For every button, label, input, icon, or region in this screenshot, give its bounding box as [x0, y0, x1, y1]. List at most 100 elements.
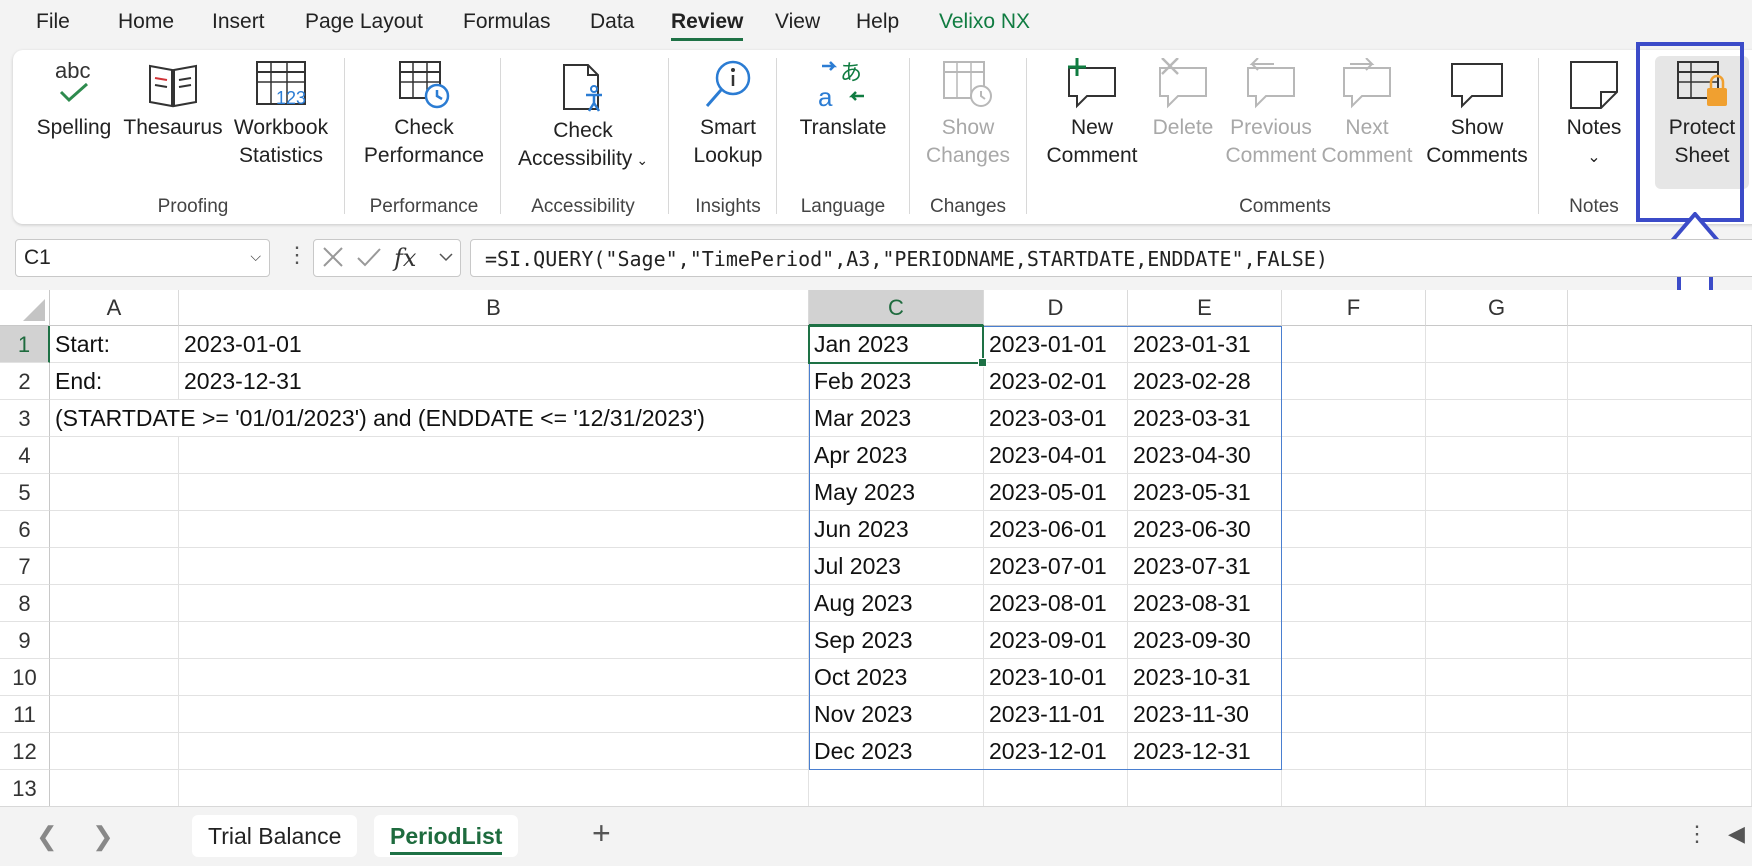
next-comment-button[interactable]: Next Comment: [1319, 58, 1415, 170]
workbook-statistics-button[interactable]: 123 Workbook Statistics: [231, 58, 331, 170]
cell-g2[interactable]: [1426, 363, 1568, 400]
translate-button[interactable]: あ a Translate: [788, 58, 898, 142]
add-sheet-button[interactable]: +: [592, 815, 611, 852]
cell-a11[interactable]: [50, 696, 179, 733]
delete-comment-button[interactable]: Delete: [1143, 58, 1223, 142]
cell-f12[interactable]: [1282, 733, 1426, 770]
cell-c6[interactable]: Jun 2023: [809, 511, 984, 548]
row-header[interactable]: 9: [0, 622, 50, 659]
cell-c7[interactable]: Jul 2023: [809, 548, 984, 585]
cell-a1[interactable]: Start:: [50, 326, 179, 363]
cell-d1[interactable]: 2023-01-01: [984, 326, 1128, 363]
smart-lookup-button[interactable]: Smart Lookup: [683, 58, 773, 170]
cell-h4[interactable]: [1568, 437, 1752, 474]
cell-e11[interactable]: 2023-11-30: [1128, 696, 1282, 733]
spelling-button[interactable]: abc Spelling: [36, 58, 112, 142]
sheet-tab-trial-balance[interactable]: Trial Balance: [192, 815, 358, 857]
row-header[interactable]: 8: [0, 585, 50, 622]
cell-g5[interactable]: [1426, 474, 1568, 511]
cell-h5[interactable]: [1568, 474, 1752, 511]
cell-b12[interactable]: [179, 733, 809, 770]
row-header[interactable]: 6: [0, 511, 50, 548]
cell-h10[interactable]: [1568, 659, 1752, 696]
more-options-icon[interactable]: ⋮: [286, 242, 308, 268]
row-header[interactable]: 3: [0, 400, 50, 437]
cell-h7[interactable]: [1568, 548, 1752, 585]
cell-f10[interactable]: [1282, 659, 1426, 696]
cell-f1[interactable]: [1282, 326, 1426, 363]
cell-g7[interactable]: [1426, 548, 1568, 585]
cell-e1[interactable]: 2023-01-31: [1128, 326, 1282, 363]
cell-c2[interactable]: Feb 2023: [809, 363, 984, 400]
cell-b6[interactable]: [179, 511, 809, 548]
row-header[interactable]: 13: [0, 770, 50, 806]
name-box[interactable]: C1 ⌵: [15, 239, 270, 277]
column-header-d[interactable]: D: [984, 290, 1128, 326]
protect-sheet-button[interactable]: Protect Sheet: [1655, 58, 1749, 170]
cell-c9[interactable]: Sep 2023: [809, 622, 984, 659]
cell-g12[interactable]: [1426, 733, 1568, 770]
cell-b10[interactable]: [179, 659, 809, 696]
column-header-g[interactable]: G: [1426, 290, 1568, 326]
cell-b13[interactable]: [179, 770, 809, 806]
cell-e9[interactable]: 2023-09-30: [1128, 622, 1282, 659]
menu-home[interactable]: Home: [118, 10, 174, 34]
scroll-left-icon[interactable]: ◀: [1728, 821, 1745, 847]
cell-f5[interactable]: [1282, 474, 1426, 511]
cancel-icon[interactable]: [323, 247, 343, 267]
cell-c12[interactable]: Dec 2023: [809, 733, 984, 770]
menu-view[interactable]: View: [775, 10, 820, 34]
cell-a3[interactable]: (STARTDATE >= '01/01/2023') and (ENDDATE…: [50, 400, 705, 437]
show-comments-button[interactable]: Show Comments: [1417, 58, 1537, 170]
cell-e10[interactable]: 2023-10-31: [1128, 659, 1282, 696]
cell-e5[interactable]: 2023-05-31: [1128, 474, 1282, 511]
cell-c1[interactable]: Jan 2023: [809, 326, 984, 363]
cell-h8[interactable]: [1568, 585, 1752, 622]
show-changes-button[interactable]: Show Changes: [918, 58, 1018, 170]
cell-h9[interactable]: [1568, 622, 1752, 659]
cell-f7[interactable]: [1282, 548, 1426, 585]
cell-h12[interactable]: [1568, 733, 1752, 770]
cell-f3[interactable]: [1282, 400, 1426, 437]
cell-f8[interactable]: [1282, 585, 1426, 622]
cell-a8[interactable]: [50, 585, 179, 622]
column-header-e[interactable]: E: [1128, 290, 1282, 326]
cell-g4[interactable]: [1426, 437, 1568, 474]
cell-e13[interactable]: [1128, 770, 1282, 806]
cell-g8[interactable]: [1426, 585, 1568, 622]
cell-h2[interactable]: [1568, 363, 1752, 400]
column-header-a[interactable]: A: [50, 290, 179, 326]
cell-g9[interactable]: [1426, 622, 1568, 659]
row-header[interactable]: 10: [0, 659, 50, 696]
cell-c13[interactable]: [809, 770, 984, 806]
cell-e7[interactable]: 2023-07-31: [1128, 548, 1282, 585]
cell-a4[interactable]: [50, 437, 179, 474]
check-performance-button[interactable]: Check Performance: [358, 58, 490, 170]
menu-formulas[interactable]: Formulas: [463, 10, 551, 34]
cell-a9[interactable]: [50, 622, 179, 659]
cell-b11[interactable]: [179, 696, 809, 733]
cell-b1[interactable]: 2023-01-01: [179, 326, 809, 363]
cell-e6[interactable]: 2023-06-30: [1128, 511, 1282, 548]
row-header[interactable]: 1: [0, 326, 50, 363]
cell-e12[interactable]: 2023-12-31: [1128, 733, 1282, 770]
cell-e2[interactable]: 2023-02-28: [1128, 363, 1282, 400]
menu-help[interactable]: Help: [856, 10, 899, 34]
cell-h6[interactable]: [1568, 511, 1752, 548]
more-options-icon[interactable]: ⋮: [1686, 821, 1708, 847]
cell-e8[interactable]: 2023-08-31: [1128, 585, 1282, 622]
cell-b9[interactable]: [179, 622, 809, 659]
menu-file[interactable]: File: [36, 10, 70, 34]
cell-d7[interactable]: 2023-07-01: [984, 548, 1128, 585]
menu-review[interactable]: Review: [671, 10, 744, 41]
cell-h11[interactable]: [1568, 696, 1752, 733]
cell-b2[interactable]: 2023-12-31: [179, 363, 809, 400]
insert-function-icon[interactable]: fx: [392, 244, 417, 272]
enter-icon[interactable]: [357, 248, 381, 267]
row-header[interactable]: 11: [0, 696, 50, 733]
menu-page-layout[interactable]: Page Layout: [305, 10, 423, 34]
column-header-f[interactable]: F: [1282, 290, 1426, 326]
cell-c11[interactable]: Nov 2023: [809, 696, 984, 733]
cell-g1[interactable]: [1426, 326, 1568, 363]
cell-g11[interactable]: [1426, 696, 1568, 733]
